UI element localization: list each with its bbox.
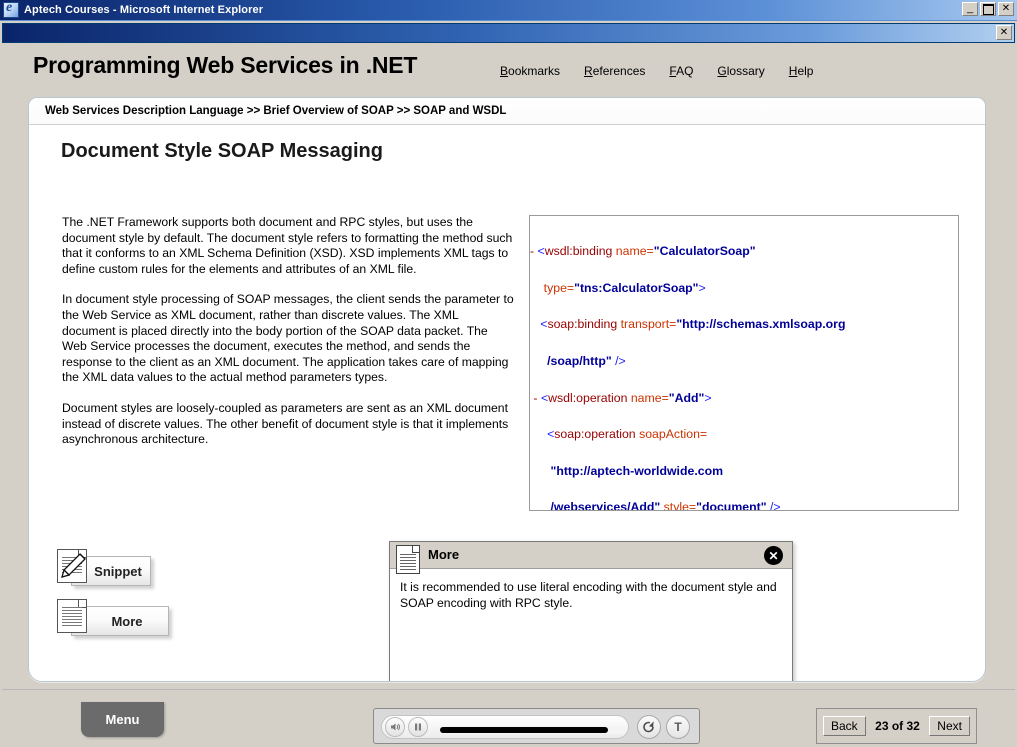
- back-button[interactable]: Back: [823, 716, 866, 736]
- code-line-2: type="tns:CalculatorSoap">: [543, 280, 706, 295]
- nav-references-label: eferences: [592, 64, 646, 78]
- nav-help[interactable]: Help: [789, 64, 838, 78]
- progress-fill: [440, 727, 608, 733]
- nav-help-label: elp: [797, 64, 814, 78]
- page-position-label: 23 of 32: [875, 719, 920, 733]
- nav-bookmarks-label: ookmarks: [508, 64, 561, 78]
- ie-icon: [3, 0, 19, 18]
- nav-glossary-label: lossary: [726, 64, 765, 78]
- close-button[interactable]: ✕: [998, 2, 1014, 16]
- menu-button[interactable]: Menu: [81, 702, 164, 737]
- pencil-note-icon: [57, 549, 87, 583]
- popup-document-icon: [396, 545, 420, 574]
- popup-title: More: [428, 547, 460, 562]
- lesson-body: The .NET Framework supports both documen…: [62, 215, 514, 463]
- nav-faq[interactable]: FAQ: [669, 64, 717, 78]
- wsdl-code-panel: - <wsdl:binding name="CalculatorSoap" ty…: [529, 215, 959, 511]
- pagination-bar: Back 23 of 32 Next: [816, 708, 977, 744]
- course-title: Programming Web Services in .NET: [33, 52, 418, 78]
- next-button[interactable]: Next: [929, 716, 970, 736]
- speaker-icon[interactable]: [385, 717, 405, 737]
- breadcrumb: Web Services Description Language >> Bri…: [29, 98, 985, 125]
- code-line-8: /webservices/Add" style="document" />: [550, 500, 781, 511]
- nav-faq-label: AQ: [676, 64, 694, 78]
- course-player: Programming Web Services in .NET Bookmar…: [2, 44, 1015, 747]
- browser-window: Aptech Courses - Microsoft Internet Expl…: [0, 0, 1017, 747]
- replay-icon[interactable]: [637, 715, 661, 739]
- minimize-button[interactable]: _: [962, 2, 978, 16]
- nav-bookmarks[interactable]: Bookmarks: [500, 64, 584, 78]
- window-controls: _ ✕: [962, 2, 1014, 16]
- popup-body-text: It is recommended to use literal encodin…: [400, 580, 777, 610]
- code-line-5: - <wsdl:operation name="Add">: [533, 390, 712, 405]
- inner-close-button[interactable]: ✕: [996, 25, 1012, 40]
- pause-icon[interactable]: [408, 717, 428, 737]
- wsdl-code-listing: - <wsdl:binding name="CalculatorSoap" ty…: [530, 224, 958, 511]
- paragraph-3: Document styles are loosely-coupled as p…: [62, 400, 509, 447]
- text-icon[interactable]: T: [666, 715, 690, 739]
- code-line-4: /soap/http" />: [547, 354, 626, 369]
- more-button-label: More: [111, 613, 143, 629]
- nav-references[interactable]: References: [584, 64, 669, 78]
- progress-track[interactable]: [440, 726, 626, 734]
- window-titlebar: Aptech Courses - Microsoft Internet Expl…: [0, 0, 1017, 20]
- popup-close-icon[interactable]: ✕: [764, 546, 783, 565]
- maximize-button[interactable]: [980, 2, 996, 16]
- snippet-button-label: Snippet: [94, 563, 142, 579]
- code-line-3: <soap:binding transport="http://schemas.…: [540, 317, 846, 332]
- course-navigation: Bookmarks References FAQ Glossary Help: [500, 64, 837, 78]
- paragraph-1: The .NET Framework supports both documen…: [62, 215, 513, 276]
- course-header: Programming Web Services in .NET Bookmar…: [2, 44, 1015, 90]
- more-popup-dialog: More ✕ It is recommended to use literal …: [389, 541, 793, 681]
- page-title: Document Style SOAP Messaging: [61, 140, 383, 162]
- inner-window-titlebar: ✕: [2, 23, 1015, 43]
- paragraph-2: In document style processing of SOAP mes…: [62, 292, 514, 385]
- document-icon: [57, 599, 87, 633]
- content-panel: Web Services Description Language >> Bri…: [28, 97, 986, 682]
- code-line-7: "http://aptech-worldwide.com: [550, 463, 724, 478]
- browser-client-area: ✕ Programming Web Services in .NET Bookm…: [0, 20, 1017, 747]
- code-line-1: - <wsdl:binding name="CalculatorSoap": [530, 244, 756, 259]
- code-line-6: <soap:operation soapAction=: [547, 427, 708, 442]
- nav-glossary[interactable]: Glossary: [717, 64, 788, 78]
- media-player: T: [373, 708, 700, 744]
- player-controls-pill: [381, 715, 629, 739]
- window-title: Aptech Courses - Microsoft Internet Expl…: [24, 4, 264, 16]
